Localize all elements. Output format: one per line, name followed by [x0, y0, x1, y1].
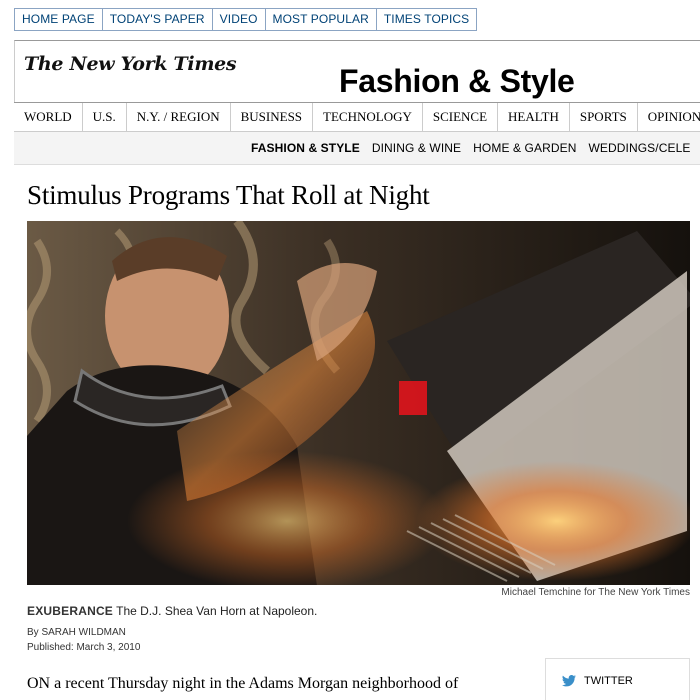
mainnav-sports[interactable]: SPORTS: [570, 103, 638, 131]
subnav-dining-wine[interactable]: DINING & WINE: [372, 141, 461, 155]
subnav-home-garden[interactable]: HOME & GARDEN: [473, 141, 576, 155]
caption-lead: EXUBERANCE: [27, 604, 114, 618]
published-date: Published: March 3, 2010: [27, 642, 141, 653]
twitter-label: TWITTER: [584, 675, 633, 687]
mainnav-business[interactable]: BUSINESS: [231, 103, 314, 131]
author-link[interactable]: SARAH WILDMAN: [41, 627, 125, 638]
dj-photo-illustration: [27, 221, 690, 585]
sub-section-nav: FASHION & STYLE DINING & WINE HOME & GAR…: [14, 132, 700, 165]
mainnav-us[interactable]: U.S.: [83, 103, 127, 131]
photo-caption: EXUBERANCE The D.J. Shea Van Horn at Nap…: [27, 604, 317, 618]
main-section-nav: WORLD U.S. N.Y. / REGION BUSINESS TECHNO…: [14, 102, 700, 132]
mainnav-ny-region[interactable]: N.Y. / REGION: [127, 103, 231, 131]
nav-todays-paper[interactable]: TODAY'S PAPER: [102, 9, 213, 30]
nav-video[interactable]: VIDEO: [212, 9, 266, 30]
subnav-list: FASHION & STYLE DINING & WINE HOME & GAR…: [251, 141, 700, 155]
caption-text: The D.J. Shea Van Horn at Napoleon.: [113, 604, 318, 618]
article-headline: Stimulus Programs That Roll at Night: [27, 180, 430, 210]
masthead: The New York Times Fashion & Style: [14, 40, 700, 102]
section-title[interactable]: Fashion & Style: [339, 63, 575, 100]
mainnav-world[interactable]: WORLD: [14, 103, 83, 131]
byline: By SARAH WILDMAN: [27, 627, 126, 638]
mainnav-health[interactable]: HEALTH: [498, 103, 570, 131]
byline-prefix: By: [27, 627, 42, 638]
nav-times-topics[interactable]: TIMES TOPICS: [376, 9, 477, 30]
article-photo[interactable]: [27, 221, 690, 585]
mainnav-opinion[interactable]: OPINION: [638, 103, 700, 131]
nav-home-page[interactable]: HOME PAGE: [15, 9, 103, 30]
photo-credit: Michael Temchine for The New York Times: [501, 587, 690, 598]
nyt-logo[interactable]: The New York Times: [24, 53, 237, 75]
twitter-bird-icon: [562, 675, 576, 687]
subnav-weddings[interactable]: WEDDINGS/CELE: [588, 141, 690, 155]
article-body: ON a recent Thursday night in the Adams …: [27, 675, 459, 700]
mainnav-science[interactable]: SCIENCE: [423, 103, 499, 131]
twitter-share-button[interactable]: TWITTER: [562, 675, 633, 687]
mainnav-technology[interactable]: TECHNOLOGY: [313, 103, 423, 131]
subnav-fashion-style[interactable]: FASHION & STYLE: [251, 141, 360, 155]
share-tools: TWITTER: [545, 658, 690, 700]
top-utility-nav: HOME PAGE TODAY'S PAPER VIDEO MOST POPUL…: [14, 8, 478, 31]
nav-most-popular[interactable]: MOST POPULAR: [265, 9, 377, 30]
